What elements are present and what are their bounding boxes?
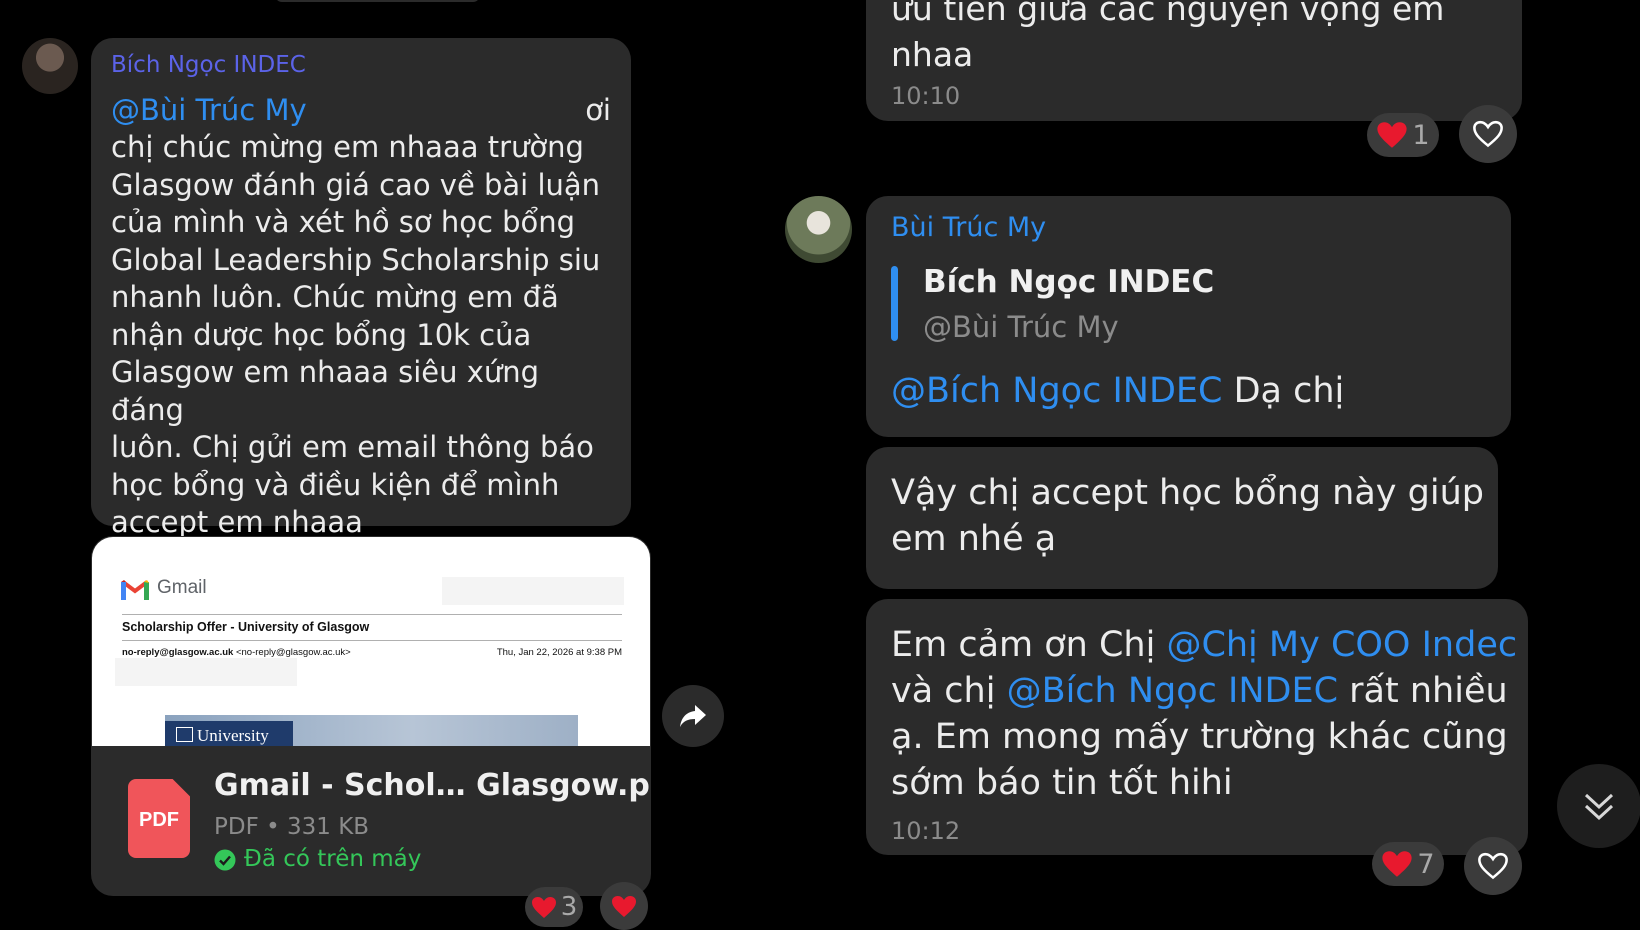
double-chevron-down-icon bbox=[1582, 789, 1616, 823]
message-text: Em cảm ơn Chị @Chị My COO Indec và chị @… bbox=[891, 622, 1517, 806]
divider bbox=[122, 614, 622, 615]
text-line: ưu tiên giữa các nguyện vọng em bbox=[891, 0, 1445, 28]
heart-outline-icon bbox=[1472, 120, 1504, 148]
text-segment: rất nhiều bbox=[1338, 671, 1508, 711]
react-heart-button[interactable] bbox=[1464, 837, 1522, 895]
message-text: @Bích Ngọc INDEC Dạ chị bbox=[891, 368, 1344, 414]
text-line: Vậy chị accept học bổng này giúp bbox=[891, 473, 1484, 513]
text-line: Em cảm ơn Chị @Chị My COO Indec bbox=[891, 622, 1517, 668]
email-date: Thu, Jan 22, 2026 at 9:38 PM bbox=[496, 647, 622, 658]
file-meta: PDF • 331 KB bbox=[214, 814, 370, 840]
redacted-box bbox=[442, 577, 624, 605]
email-subject: Scholarship Offer - University of Glasgo… bbox=[122, 620, 370, 634]
text-line: nhaa bbox=[891, 35, 974, 74]
mention-link[interactable]: @Bùi Trúc My bbox=[111, 93, 307, 127]
download-status: Đã có trên máy bbox=[244, 846, 422, 872]
check-circle-icon bbox=[214, 849, 236, 875]
message-text: chị chúc mừng em nhaaa trường Glasgow đá… bbox=[111, 129, 621, 542]
heart-icon bbox=[611, 895, 637, 918]
reaction-count-heart[interactable]: 7 bbox=[1372, 842, 1444, 886]
message-time: 10:12 bbox=[891, 817, 961, 845]
sender-name[interactable]: Bích Ngọc INDEC bbox=[111, 52, 306, 78]
message-bubble-bich-ngoc[interactable]: Bích Ngọc INDEC @Bùi Trúc My ơi chị chúc… bbox=[91, 38, 631, 539]
quoted-text[interactable]: @Bùi Trúc My bbox=[923, 310, 1119, 344]
reaction-count-heart[interactable]: 3 bbox=[525, 887, 583, 927]
reaction-count: 3 bbox=[560, 892, 578, 922]
mention-link[interactable]: @Bích Ngọc INDEC bbox=[891, 371, 1222, 411]
scroll-to-bottom-button[interactable] bbox=[1557, 764, 1640, 848]
email-preview-thumbnail[interactable]: Gmail Scholarship Offer - University of … bbox=[92, 537, 650, 746]
previous-message-edge bbox=[275, 0, 480, 2]
sender-avatar-bich-ngoc[interactable] bbox=[22, 38, 78, 94]
text-segment: Em cảm ơn Chị bbox=[891, 625, 1167, 665]
message-text: ưu tiên giữa các nguyện vọng em nhaa bbox=[891, 0, 1444, 78]
reaction-count: 1 bbox=[1412, 119, 1430, 151]
email-from: no-reply@glasgow.ac.uk <no-reply@glasgow… bbox=[122, 647, 351, 658]
gmail-label: Gmail bbox=[157, 577, 207, 598]
reaction-count: 7 bbox=[1417, 848, 1435, 880]
message-bubble-previous[interactable]: ưu tiên giữa các nguyện vọng em nhaa 10:… bbox=[866, 0, 1522, 121]
mention-link[interactable]: @Chị My COO Indec bbox=[1166, 625, 1517, 665]
quoted-sender[interactable]: Bích Ngọc INDEC bbox=[923, 264, 1214, 300]
heart-outline-icon bbox=[1477, 852, 1509, 880]
text-line: em nhé ạ bbox=[891, 519, 1057, 559]
message-first-line: @Bùi Trúc My ơi bbox=[111, 92, 611, 130]
file-attachment-card[interactable]: Gmail Scholarship Offer - University of … bbox=[91, 536, 651, 896]
text-line: Glasgow em nhaaa siêu xứng đáng bbox=[111, 355, 540, 427]
share-arrow-icon bbox=[678, 703, 708, 729]
text-line: Global Leadership Scholarship siu bbox=[111, 242, 601, 277]
email-from-name: no-reply@glasgow.ac.uk bbox=[122, 647, 234, 658]
message-bubble-thanks[interactable]: Em cảm ơn Chị @Chị My COO Indec và chị @… bbox=[866, 599, 1528, 855]
text-line: Glasgow đánh giá cao về bài luận bbox=[111, 167, 601, 202]
text-segment: và chị bbox=[891, 671, 1007, 711]
text-line: luôn. Chị gửi em email thông báo bbox=[111, 430, 594, 464]
text-line: học bổng và điều kiện để mình bbox=[111, 467, 560, 502]
sender-avatar-bui-truc-my[interactable] bbox=[785, 196, 852, 263]
redacted-box bbox=[115, 658, 297, 686]
text-line: chị chúc mừng em nhaaa trường bbox=[111, 130, 584, 164]
pdf-icon-label: PDF bbox=[139, 809, 179, 831]
university-name: University bbox=[197, 726, 269, 745]
email-from-address: <no-reply@glasgow.ac.uk> bbox=[235, 647, 351, 658]
react-heart-button[interactable] bbox=[600, 882, 648, 930]
text-line: của mình và xét hồ sơ học bổng bbox=[111, 205, 576, 239]
university-crest-icon bbox=[176, 727, 193, 742]
mention-suffix: ơi bbox=[585, 93, 611, 127]
mention-link[interactable]: @Bích Ngọc INDEC bbox=[1007, 671, 1338, 711]
text-line: sớm báo tin tốt hihi bbox=[891, 763, 1233, 803]
quote-bar bbox=[891, 266, 898, 341]
text-line: và chị @Bích Ngọc INDEC rất nhiều bbox=[891, 668, 1517, 714]
reaction-count-heart[interactable]: 1 bbox=[1367, 113, 1439, 157]
text-line: nhanh luôn. Chúc mừng em đã bbox=[111, 280, 559, 314]
react-heart-button[interactable] bbox=[1459, 105, 1517, 163]
heart-icon bbox=[1381, 850, 1413, 878]
message-text: Vậy chị accept học bổng này giúp em nhé … bbox=[891, 470, 1484, 562]
forward-button[interactable] bbox=[662, 685, 724, 747]
file-name[interactable]: Gmail - Schol… Glasgow.pdf bbox=[214, 768, 651, 803]
text-line: nhận dược học bổng 10k của bbox=[111, 317, 532, 352]
email-banner-image: University bbox=[165, 715, 578, 746]
university-logo: University bbox=[165, 721, 293, 746]
reply-message-bubble[interactable]: Bùi Trúc My Bích Ngọc INDEC @Bùi Trúc My… bbox=[866, 196, 1511, 437]
divider bbox=[122, 640, 622, 641]
pdf-icon: PDF bbox=[128, 779, 190, 858]
gmail-logo-icon bbox=[121, 579, 149, 604]
heart-icon bbox=[1376, 121, 1408, 149]
text-line: ạ. Em mong mấy trường khác cũng bbox=[891, 717, 1508, 757]
message-time: 10:10 bbox=[891, 82, 961, 110]
message-bubble-accept[interactable]: Vậy chị accept học bổng này giúp em nhé … bbox=[866, 447, 1498, 589]
message-body: Dạ chị bbox=[1222, 371, 1345, 411]
sender-name[interactable]: Bùi Trúc My bbox=[891, 212, 1046, 243]
heart-icon bbox=[531, 896, 557, 919]
